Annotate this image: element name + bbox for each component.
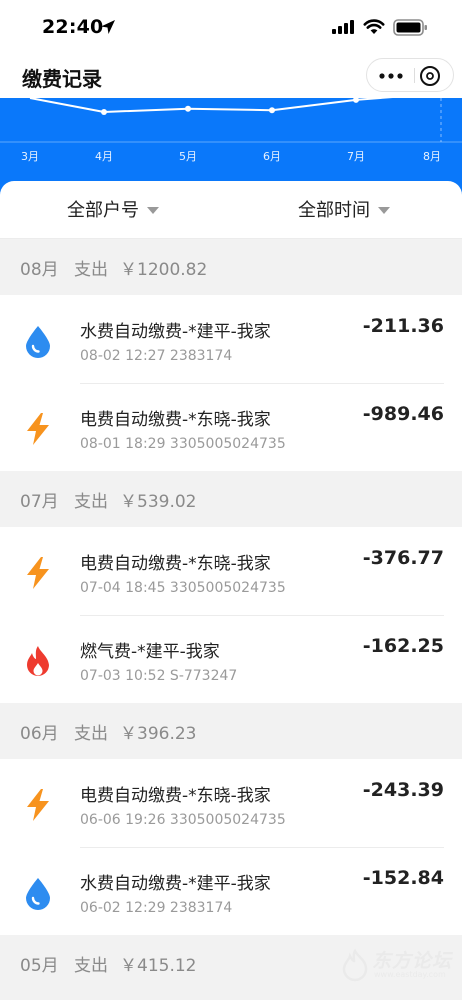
record-list: 水费自动缴费-*建平-我家 08-02 12:27 2383174 -211.3… — [0, 295, 462, 471]
cellular-signal-icon — [332, 20, 354, 34]
data-point — [101, 109, 107, 115]
record-subtitle: 07-04 18:45 3305005024735 — [80, 580, 286, 596]
record-amount: -989.46 — [362, 403, 444, 425]
close-circle-icon — [420, 66, 440, 86]
record-subtitle: 07-03 10:52 S-773247 — [80, 668, 238, 684]
record-amount: -162.25 — [362, 635, 444, 657]
month-total: ￥539.02 — [120, 492, 197, 512]
spend-label: 支出 — [74, 724, 108, 744]
more-dots-icon — [379, 73, 403, 79]
spend-label: 支出 — [74, 956, 108, 976]
x-tick-label: 7月 — [347, 150, 365, 163]
divider — [80, 847, 444, 848]
record-item[interactable]: 电费自动缴费-*东晓-我家 07-04 18:45 3305005024735 … — [0, 527, 462, 615]
battery-icon — [393, 19, 427, 36]
watermark-subtext: www.eastday.com — [374, 970, 446, 979]
record-subtitle: 06-02 12:29 2383174 — [80, 900, 233, 916]
x-tick-label: 5月 — [179, 150, 197, 163]
record-amount: -152.84 — [362, 867, 444, 889]
time-filter[interactable]: 全部时间 — [298, 198, 390, 224]
month-header: 08月 支出 ￥1200.82 — [0, 239, 462, 295]
record-list: 电费自动缴费-*东晓-我家 06-06 19:26 3305005024735 … — [0, 759, 462, 935]
spend-label: 支出 — [74, 492, 108, 512]
month-label: 08月 — [20, 260, 59, 280]
record-subtitle: 06-06 19:26 3305005024735 — [80, 812, 286, 828]
record-amount: -211.36 — [362, 315, 444, 337]
record-item[interactable]: 水费自动缴费-*建平-我家 06-02 12:29 2383174 -152.8… — [0, 847, 462, 935]
data-point — [185, 105, 191, 112]
x-tick-label: 8月 — [423, 150, 441, 163]
account-filter[interactable]: 全部户号 — [67, 198, 159, 224]
record-amount: -376.77 — [362, 547, 444, 569]
status-time: 22:40 — [42, 16, 104, 38]
divider — [80, 615, 444, 616]
close-button[interactable] — [415, 59, 453, 91]
record-subtitle: 08-01 18:29 3305005024735 — [80, 436, 286, 452]
divider — [80, 383, 444, 384]
time-filter-label: 全部时间 — [298, 200, 370, 221]
nav-bar: 缴费记录 — [0, 56, 462, 98]
x-tick-label: 3月 — [21, 150, 39, 163]
record-title: 电费自动缴费-*东晓-我家 — [80, 554, 271, 574]
record-item[interactable]: 电费自动缴费-*东晓-我家 08-01 18:29 3305005024735 … — [0, 383, 462, 471]
caret-down-icon — [147, 206, 159, 214]
data-point — [269, 107, 275, 114]
record-title: 电费自动缴费-*东晓-我家 — [80, 410, 271, 430]
record-item[interactable]: 电费自动缴费-*东晓-我家 06-06 19:26 3305005024735 … — [0, 759, 462, 847]
watermark: 东方论坛 www.eastday.com — [338, 942, 456, 988]
page-title: 缴费记录 — [22, 67, 102, 91]
water-drop-icon — [26, 878, 50, 910]
water-drop-icon — [26, 326, 50, 358]
account-filter-label: 全部户号 — [67, 200, 139, 221]
watermark-logo-icon — [342, 948, 368, 982]
record-title: 燃气费-*建平-我家 — [80, 642, 220, 662]
more-button[interactable] — [367, 59, 415, 91]
mini-program-capsule — [366, 58, 454, 92]
month-total: ￥396.23 — [120, 724, 197, 744]
month-header: 07月 支出 ￥539.02 — [0, 471, 462, 527]
month-header: 06月 支出 ￥396.23 — [0, 703, 462, 759]
location-arrow-icon — [101, 20, 115, 34]
lightning-icon — [27, 557, 49, 589]
month-total: ￥1200.82 — [120, 260, 208, 280]
record-title: 水费自动缴费-*建平-我家 — [80, 874, 271, 894]
watermark-text: 东方论坛 — [372, 950, 453, 972]
month-label: 06月 — [20, 724, 59, 744]
record-item[interactable]: 燃气费-*建平-我家 07-03 10:52 S-773247 -162.25 — [0, 615, 462, 703]
month-label: 07月 — [20, 492, 59, 512]
lightning-icon — [27, 789, 49, 821]
month-label: 05月 — [20, 956, 59, 976]
status-bar: 22:40 — [0, 0, 462, 56]
record-list: 电费自动缴费-*东晓-我家 07-04 18:45 3305005024735 … — [0, 527, 462, 703]
wifi-icon — [363, 19, 385, 34]
series-line — [29, 98, 393, 113]
spend-label: 支出 — [74, 260, 108, 280]
month-total: ￥415.12 — [120, 956, 197, 976]
record-amount: -243.39 — [362, 779, 444, 801]
flame-icon — [27, 646, 49, 676]
x-tick-label: 6月 — [263, 150, 281, 163]
record-item[interactable]: 水费自动缴费-*建平-我家 08-02 12:27 2383174 -211.3… — [0, 295, 462, 383]
record-subtitle: 08-02 12:27 2383174 — [80, 348, 233, 364]
filter-bar: 全部户号 全部时间 — [0, 181, 462, 239]
caret-down-icon — [378, 206, 390, 214]
record-title: 电费自动缴费-*东晓-我家 — [80, 786, 271, 806]
record-title: 水费自动缴费-*建平-我家 — [80, 322, 271, 342]
x-tick-label: 4月 — [95, 150, 113, 163]
data-point — [353, 98, 359, 103]
lightning-icon — [27, 413, 49, 445]
